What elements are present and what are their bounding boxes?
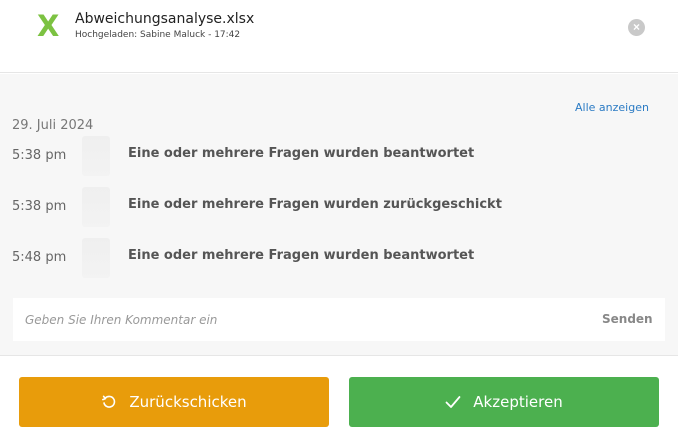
avatar <box>82 136 110 176</box>
file-header: X Abweichungsanalyse.xlsx Hochgeladen: S… <box>0 0 678 73</box>
activity-text: Eine oder mehrere Fragen wurden beantwor… <box>128 146 475 161</box>
activity-text: Eine oder mehrere Fragen wurden zurückge… <box>128 197 502 212</box>
return-button-label: Zurückschicken <box>129 393 247 411</box>
comment-box: Senden <box>13 298 665 341</box>
activity-time: 5:48 pm <box>12 250 67 265</box>
undo-icon <box>101 394 117 410</box>
excel-icon: X <box>37 9 60 43</box>
send-button[interactable]: Senden <box>602 312 653 326</box>
accept-button-label: Akzeptieren <box>473 393 563 411</box>
avatar <box>82 187 110 227</box>
file-upload-meta: Hochgeladen: Sabine Maluck - 17:42 <box>75 30 241 40</box>
activity-text: Eine oder mehrere Fragen wurden beantwor… <box>128 248 475 263</box>
return-button[interactable]: Zurückschicken <box>19 377 329 427</box>
close-icon[interactable]: × <box>628 19 645 36</box>
activity-item: 5:38 pm Eine oder mehrere Fragen wurden … <box>0 136 678 176</box>
accept-button[interactable]: Akzeptieren <box>349 377 659 427</box>
activity-item: 5:38 pm Eine oder mehrere Fragen wurden … <box>0 187 678 227</box>
activity-date: 29. Juli 2024 <box>12 118 94 133</box>
avatar <box>82 238 110 278</box>
show-all-link[interactable]: Alle anzeigen <box>575 101 649 114</box>
activity-time: 5:38 pm <box>12 199 67 214</box>
comment-input[interactable] <box>13 298 573 341</box>
file-name: Abweichungsanalyse.xlsx <box>75 11 255 27</box>
activity-panel: Alle anzeigen 29. Juli 2024 5:38 pm Eine… <box>0 74 678 356</box>
activity-time: 5:38 pm <box>12 148 67 163</box>
activity-item: 5:48 pm Eine oder mehrere Fragen wurden … <box>0 238 678 278</box>
check-icon <box>445 395 461 409</box>
